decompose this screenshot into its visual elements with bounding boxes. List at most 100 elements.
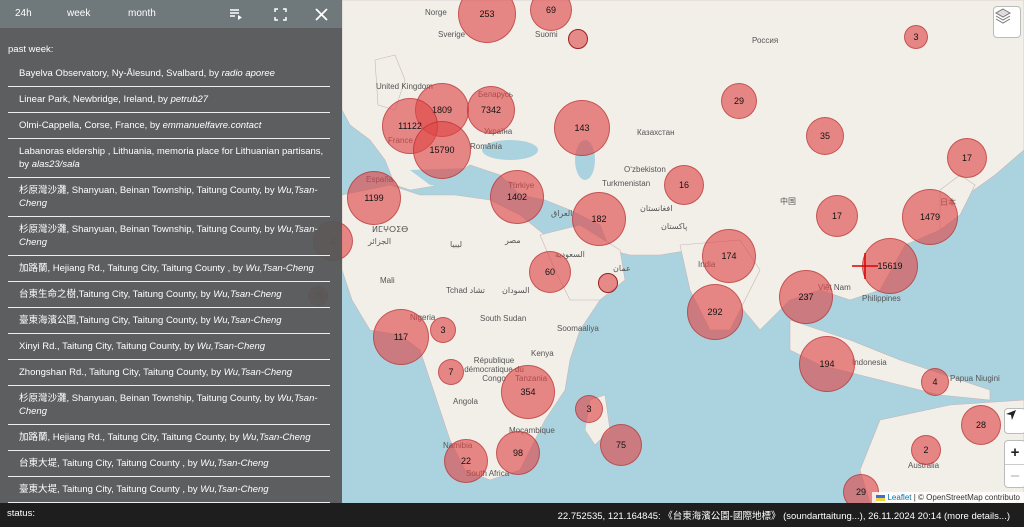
map-cluster[interactable]: 3 <box>904 25 928 49</box>
entry-user[interactable]: Wu,Tsan-Cheng <box>242 432 310 443</box>
entry-user[interactable]: Wu,Tsan-Cheng <box>200 458 268 469</box>
map-cluster[interactable]: 1199 <box>347 171 401 225</box>
map-cluster[interactable]: 4 <box>921 368 949 396</box>
map-cluster[interactable]: 174 <box>702 229 756 283</box>
map-attribution: Leaflet | © OpenStreetMap contributo <box>872 492 1024 503</box>
tab-24h[interactable]: 24h <box>15 8 32 19</box>
map-place-label: السودان <box>502 286 530 295</box>
entry-place: 臺東海濱公園,Taitung City, Taitung County, by <box>19 315 214 326</box>
list-item[interactable]: 加路蘭, Hejiang Rd., Taitung City, Taitung … <box>8 256 330 282</box>
map-cluster[interactable]: 117 <box>373 309 429 365</box>
map-place-label: Tchad تشاد <box>446 286 485 295</box>
entry-user[interactable]: Wu,Tsan-Cheng <box>224 367 292 378</box>
map-cluster[interactable]: 354 <box>501 365 555 419</box>
map-cluster[interactable]: 7 <box>438 359 464 385</box>
map-cluster[interactable]: 15790 <box>413 121 471 179</box>
map-place-label: Sverige <box>438 30 466 39</box>
map-place-label: Mali <box>380 276 395 285</box>
list-item[interactable]: 杉原灣沙灘, Shanyuan, Beinan Township, Taitun… <box>8 217 330 256</box>
list-item[interactable]: Xinyi Rd., Taitung City, Taitung County,… <box>8 334 330 360</box>
entry-place: Olmi-Cappella, Corse, France, by <box>19 120 163 131</box>
map-cluster[interactable]: 3 <box>430 317 456 343</box>
list-item[interactable]: Linear Park, Newbridge, Ireland, by petr… <box>8 87 330 113</box>
map-place-label: România <box>470 142 503 151</box>
entry-user[interactable]: Wu,Tsan-Cheng <box>213 289 281 300</box>
list-item[interactable]: 加路蘭, Hejiang Rd., Taitung City, Taitung … <box>8 425 330 451</box>
map-cluster[interactable]: 98 <box>496 431 540 475</box>
map-place-label: Indonesia <box>852 358 887 367</box>
entry-user[interactable]: petrub27 <box>171 94 209 105</box>
close-icon[interactable] <box>313 6 329 22</box>
playlist-icon[interactable] <box>228 6 244 22</box>
entry-user[interactable]: Wu,Tsan-Cheng <box>246 263 314 274</box>
list-item[interactable]: Bayelva Observatory, Ny-Ålesund, Svalbar… <box>8 61 330 87</box>
map-cluster[interactable]: 35 <box>806 117 844 155</box>
map-cluster[interactable]: 22 <box>444 439 488 483</box>
entry-user[interactable]: Wu,Tsan-Cheng <box>213 315 281 326</box>
map-cluster[interactable]: 237 <box>779 270 833 324</box>
map-marker[interactable] <box>568 29 588 49</box>
map-cluster[interactable]: 292 <box>687 284 743 340</box>
layers-button[interactable] <box>993 6 1021 38</box>
entry-user[interactable]: Wu,Tsan-Cheng <box>197 341 265 352</box>
fullscreen-icon[interactable] <box>272 6 288 22</box>
list-item[interactable]: 臺東大堤, Taitung City, Taitung County , by … <box>8 477 330 503</box>
panel-header: 24h week month <box>0 0 342 28</box>
list-item[interactable]: Zhongshan Rd., Taitung City, Taitung Cou… <box>8 360 330 386</box>
map-cluster[interactable]: 17 <box>816 195 858 237</box>
tab-month[interactable]: month <box>128 8 156 19</box>
list-item[interactable]: 臺東海濱公園,Taitung City, Taitung County, by … <box>8 308 330 334</box>
entry-user[interactable]: alas23/sala <box>32 159 80 170</box>
map-cluster[interactable]: 60 <box>529 251 571 293</box>
map-cluster[interactable]: 194 <box>799 336 855 392</box>
map-place-label: Suomi <box>535 30 558 39</box>
map-place-label: مصر <box>505 236 521 245</box>
map-cluster[interactable]: 29 <box>721 83 757 119</box>
map-marker[interactable] <box>598 273 618 293</box>
map-place-label: Philippines <box>862 294 901 303</box>
list-item[interactable]: 杉原灣沙灘, Shanyuan, Beinan Township, Taitun… <box>8 386 330 425</box>
map-place-label: افغانستان <box>640 204 673 213</box>
map-cluster[interactable]: 75 <box>600 424 642 466</box>
location-arrow-icon <box>1006 410 1016 420</box>
entry-place: 加路蘭, Hejiang Rd., Taitung City, Taitung … <box>19 432 243 443</box>
map-cluster[interactable]: 2 <box>911 435 941 465</box>
locate-button[interactable] <box>1004 408 1024 434</box>
map-cluster[interactable]: 7342 <box>467 86 515 134</box>
leaflet-link[interactable]: Leaflet <box>887 493 911 502</box>
status-bar: status: 22.752535, 121.164845: 《台東海濱公園-國… <box>0 503 1024 527</box>
entry-place: 加路蘭, Hejiang Rd., Taitung City, Taitung … <box>19 263 246 274</box>
list-item[interactable]: Olmi-Cappella, Corse, France, by emmanue… <box>8 113 330 139</box>
entry-place: 杉原灣沙灘, Shanyuan, Beinan Township, Taitun… <box>19 185 278 196</box>
map-place-label: Россия <box>752 36 779 45</box>
list-item[interactable]: 杉原灣沙灘, Shanyuan, Beinan Township, Taitun… <box>8 178 330 217</box>
map-place-label: South Sudan <box>480 314 527 323</box>
map-place-label: Казахстан <box>637 128 675 137</box>
list-item[interactable]: 台東生命之樹,Taitung City, Taitung County, by … <box>8 282 330 308</box>
map-place-label: Angola <box>453 397 478 406</box>
list-item[interactable]: Labanoras eldership , Lithuania, memoria… <box>8 139 330 178</box>
map-cluster[interactable]: 3 <box>575 395 603 423</box>
map-place-label: 中国 <box>780 197 796 206</box>
tab-week[interactable]: week <box>67 8 90 19</box>
entry-user[interactable]: radio aporee <box>222 68 275 79</box>
zoom-out-button[interactable]: – <box>1005 465 1024 487</box>
map-cluster[interactable]: 17 <box>947 138 987 178</box>
section-title: past week: <box>8 44 54 55</box>
layers-icon <box>994 8 1012 24</box>
map-place-label: Norge <box>425 8 447 17</box>
osm-attribution: | © OpenStreetMap contributo <box>913 493 1020 502</box>
zoom-in-button[interactable]: + <box>1005 441 1024 465</box>
entry-user[interactable]: Wu,Tsan-Cheng <box>200 484 268 495</box>
map-cluster[interactable]: 143 <box>554 100 610 156</box>
map-place-label: ليبيا <box>450 240 463 249</box>
entry-user[interactable]: emmanuelfavre.contact <box>163 120 262 131</box>
status-text[interactable]: 22.752535, 121.164845: 《台東海濱公園-國際地標》 (so… <box>558 508 1010 522</box>
map-cluster[interactable]: 16 <box>664 165 704 205</box>
map-cluster[interactable]: 182 <box>572 192 626 246</box>
map-cluster[interactable]: 1479 <box>902 189 958 245</box>
list-item[interactable]: 台東大堤, Taitung City, Taitung County , by … <box>8 451 330 477</box>
map-place-label: ⵍⵎⵖⵔⵉⴱ <box>372 225 409 234</box>
map-cluster[interactable]: 1402 <box>490 170 544 224</box>
map-cluster[interactable]: 28 <box>961 405 1001 445</box>
